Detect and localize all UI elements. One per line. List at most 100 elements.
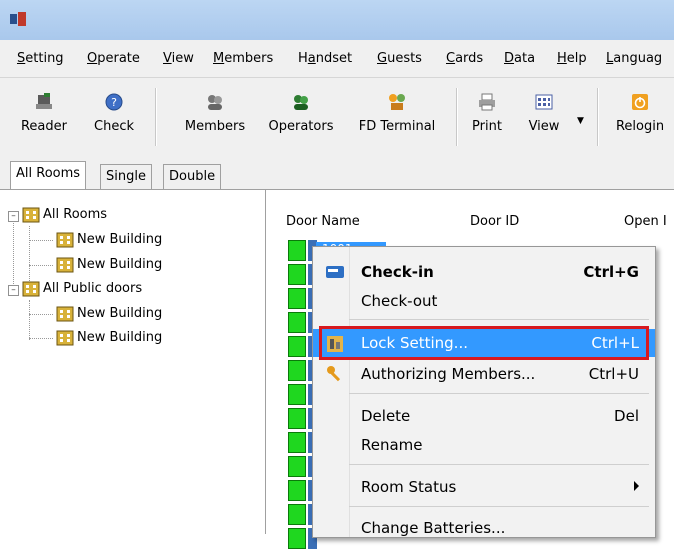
door-status-indicator [288,456,306,477]
operators-label: Operators [268,119,334,134]
menu-item-shortcut: Ctrl+U [588,365,639,383]
tab-single[interactable]: Single [100,164,152,189]
door-status-indicator [288,480,306,501]
tree-line [29,338,53,339]
relogin-button[interactable]: Relogin [608,86,672,146]
menu-item-label: Delete [361,407,411,425]
menu-language[interactable]: Languag [606,51,662,66]
fd-terminal-button[interactable]: FD Terminal [348,86,446,146]
door-status-indicator [288,528,306,549]
menu-separator [349,464,649,465]
menu-cards[interactable]: Cards [446,51,483,66]
toolbar-separator [597,88,598,146]
menu-item-delete[interactable]: Delete Del [313,401,655,431]
door-status-indicator [288,432,306,453]
app-icon [10,12,26,26]
menu-item-label: Rename [361,436,423,454]
menu-item-authorizing-members[interactable]: Authorizing Members... Ctrl+U [313,359,655,389]
members-label: Members [184,119,246,134]
menu-bar: Setting Operate View Members Handset Gue… [0,40,674,77]
svg-text:?: ? [111,96,117,109]
tree-line [29,300,30,340]
door-status-indicator [288,312,306,333]
tree-node-new-building[interactable]: New Building [56,327,162,349]
tree-node-label: All Public doors [43,281,143,296]
menu-separator [349,506,649,507]
tree-node-label: New Building [77,257,163,272]
menu-item-label: Room Status [361,478,457,496]
fd-terminal-icon [389,94,405,110]
menu-item-change-batteries[interactable]: Change Batteries... [313,513,655,537]
menu-item-shortcut: Ctrl+G [583,263,639,281]
operators-icon [294,95,308,110]
menu-guests[interactable]: Guests [377,51,422,66]
building-icon [56,330,74,345]
menu-setting[interactable]: Setting [17,51,64,66]
tree-line [29,314,53,315]
door-status-indicator [288,384,306,405]
menu-item-check-out[interactable]: Check-out [313,286,655,316]
room-tree: – All Rooms New Building New Building – … [0,190,266,534]
building-icon [22,207,40,222]
door-status-indicator [288,336,306,357]
column-door-id[interactable]: Door ID [470,214,519,229]
grid-view-icon [535,94,553,110]
menu-item-shortcut: Del [614,407,639,425]
tab-all-rooms[interactable]: All Rooms [10,161,87,190]
highlight-callout [319,326,649,360]
operators-button[interactable]: Operators [262,86,340,146]
door-status-indicator [288,504,306,525]
door-status-indicator [288,264,306,285]
menu-view[interactable]: View [163,51,194,66]
printer-icon [479,93,495,111]
tab-double[interactable]: Double [163,164,222,189]
tree-node-new-building[interactable]: New Building [56,303,162,325]
reader-label: Reader [20,119,67,134]
menu-help[interactable]: Help [557,51,587,66]
tree-node-label: New Building [77,306,163,321]
menu-data[interactable]: Data [504,51,535,66]
print-label: Print [472,119,502,134]
view-dropdown-arrow-icon[interactable]: ▼ [577,116,584,126]
menu-item-rename[interactable]: Rename [313,430,655,460]
menu-item-label: Check-out [361,292,438,310]
reader-button[interactable]: Reader [12,86,76,146]
card-reader-icon [36,93,52,109]
tree-line [29,265,53,266]
building-icon [56,257,74,272]
menu-separator [349,319,649,320]
tree-line [13,220,14,290]
menu-item-label: Authorizing Members... [361,365,536,383]
members-button[interactable]: Members [178,86,252,146]
menu-operate[interactable]: Operate [87,51,140,66]
building-icon [56,306,74,321]
door-status-indicator [288,360,306,381]
menu-item-room-status[interactable]: Room Status [313,472,655,502]
toolbar: Reader ? Check Members Operators FD Term… [0,77,674,160]
collapse-toggle-icon[interactable]: – [8,285,19,296]
tree-line [29,240,53,241]
toolbar-separator [456,88,457,146]
menu-item-check-in[interactable]: Check-in Ctrl+G [313,257,655,287]
view-label: View [528,119,560,134]
collapse-toggle-icon[interactable]: – [8,211,19,222]
column-door-name[interactable]: Door Name [286,214,360,229]
print-button[interactable]: Print [466,86,508,146]
context-menu: Check-in Ctrl+G Check-out Lock Setting..… [312,246,656,538]
view-button[interactable]: View [522,86,566,146]
tree-node-all-public-doors[interactable]: All Public doors [22,278,142,300]
menu-item-label: Change Batteries... [361,519,506,537]
tree-node-all-rooms[interactable]: All Rooms [22,204,107,226]
menu-members[interactable]: Members [213,51,273,66]
door-status-indicator [288,408,306,429]
menu-handset[interactable]: Handset [298,51,352,66]
title-bar [0,0,674,40]
relogin-label: Relogin [615,119,665,134]
check-button[interactable]: ? Check [84,86,144,146]
members-icon [208,95,222,110]
check-in-icon [326,266,344,278]
column-open[interactable]: Open I [624,214,667,229]
tree-node-new-building[interactable]: New Building [56,229,162,251]
fd-terminal-label: FD Terminal [358,119,436,134]
tree-node-new-building[interactable]: New Building [56,254,162,276]
